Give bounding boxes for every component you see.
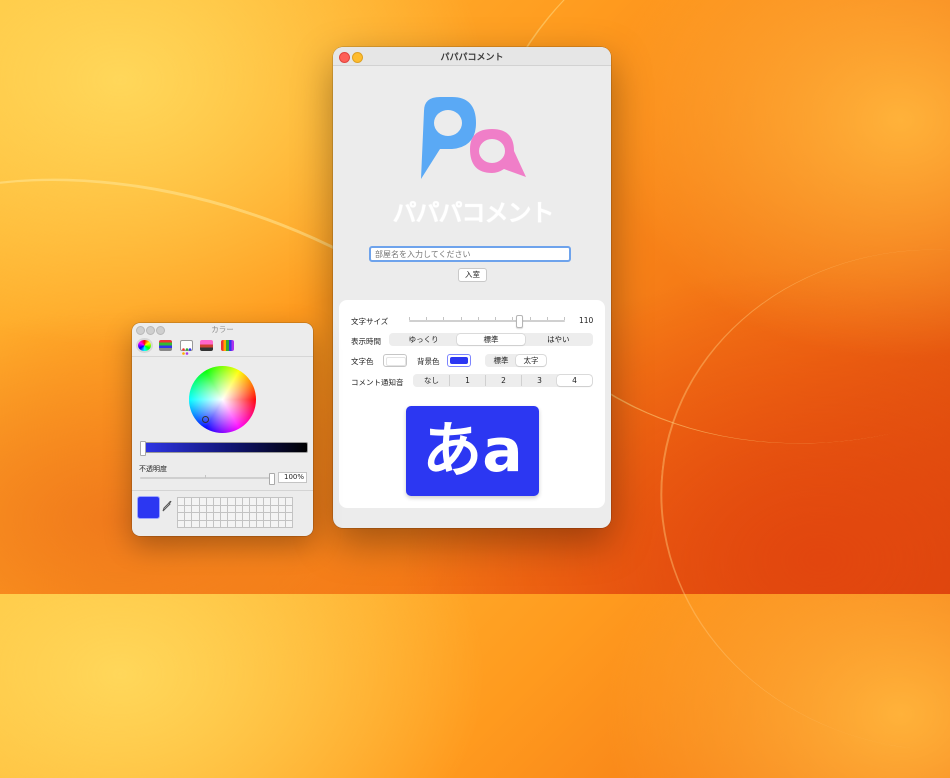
notification-option-1[interactable]: 1	[449, 375, 485, 386]
font-size-slider[interactable]	[409, 315, 565, 328]
palette-dots-icon	[182, 348, 192, 355]
color-swatch-slot[interactable]	[284, 519, 293, 528]
settings-panel: 文字サイズ 110 表示時間 ゆっくり 標準 はやい 文字色 背景色 標準 太字…	[339, 300, 605, 508]
text-color-label: 文字色	[351, 357, 374, 366]
notification-option-2[interactable]: 2	[485, 375, 521, 386]
slider-tick	[478, 317, 479, 320]
room-name-input[interactable]	[369, 246, 571, 262]
bg-color-label: 背景色	[417, 357, 440, 366]
slider-tick	[205, 475, 206, 478]
display-time-option-slow[interactable]: ゆっくり	[390, 334, 457, 345]
image-palettes-icon[interactable]	[200, 340, 213, 351]
current-color-swatch[interactable]	[137, 496, 160, 519]
display-time-segmented-control: ゆっくり 標準 はやい	[389, 333, 593, 346]
bg-color-swatch	[450, 357, 468, 364]
comment-preview: あa	[406, 406, 539, 496]
pencils-icon[interactable]	[221, 340, 234, 351]
color-mode-toolbar	[132, 336, 313, 357]
notification-sound-label: コメント通知音	[351, 378, 404, 387]
slider-tick	[564, 317, 565, 320]
font-size-label: 文字サイズ	[351, 317, 389, 326]
speech-bubbles-logo-icon	[421, 97, 526, 179]
eyedropper-icon[interactable]	[162, 500, 172, 515]
brightness-slider[interactable]	[140, 441, 308, 456]
display-time-option-fast[interactable]: はやい	[525, 334, 592, 345]
window-title: パパパコメント	[440, 53, 504, 63]
color-wheel-icon[interactable]	[138, 340, 151, 351]
app-logo: パパパコメント	[388, 89, 558, 229]
font-weight-option-bold[interactable]: 太字	[516, 355, 546, 366]
opacity-label: 不透明度	[139, 465, 167, 473]
color-panel-window: カラー 不透明度 100%	[132, 323, 313, 536]
slider-tick	[512, 317, 513, 320]
palettes-icon[interactable]	[180, 340, 193, 355]
bg-color-well[interactable]	[447, 354, 471, 367]
sliders-icon[interactable]	[159, 340, 172, 351]
notification-option-4[interactable]: 4	[557, 375, 592, 386]
slider-tick	[530, 317, 531, 320]
text-color-well[interactable]	[383, 354, 407, 367]
slider-tick	[495, 317, 496, 320]
color-panel-title-bar[interactable]: カラー	[132, 323, 313, 336]
font-size-slider-knob[interactable]	[516, 315, 523, 328]
slider-tick	[426, 317, 427, 320]
enter-room-button[interactable]: 入室	[458, 268, 487, 282]
display-time-option-normal[interactable]: 標準	[457, 334, 525, 345]
display-time-label: 表示時間	[351, 337, 381, 346]
slider-tick	[461, 317, 462, 320]
eyedropper-glyph-icon	[162, 500, 172, 512]
slider-tick	[547, 317, 548, 320]
slider-tick	[409, 317, 410, 320]
color-wheel[interactable]	[189, 366, 256, 433]
color-wheel-selector[interactable]	[202, 416, 209, 423]
opacity-slider[interactable]	[140, 473, 275, 485]
brightness-slider-knob[interactable]	[140, 441, 146, 456]
slider-tick	[443, 317, 444, 320]
font-weight-option-normal[interactable]: 標準	[486, 355, 516, 366]
logo-text: パパパコメント	[392, 199, 555, 227]
title-bar[interactable]: パパパコメント	[333, 47, 611, 66]
opacity-value-field[interactable]: 100%	[278, 472, 307, 483]
notification-option-none[interactable]: なし	[414, 375, 449, 386]
text-color-swatch	[386, 357, 406, 366]
main-window: パパパコメント パパパコメント 入室 文字サイズ	[333, 47, 611, 528]
font-weight-segmented-control: 標準 太字	[485, 354, 547, 367]
notification-sound-segmented-control: なし 1 2 3 4	[413, 374, 593, 387]
notification-option-3[interactable]: 3	[521, 375, 557, 386]
font-size-value: 110	[579, 316, 594, 325]
color-swatches-grid	[177, 497, 293, 528]
divider	[132, 490, 313, 491]
opacity-slider-knob[interactable]	[269, 473, 275, 485]
color-panel-title: カラー	[211, 325, 234, 334]
